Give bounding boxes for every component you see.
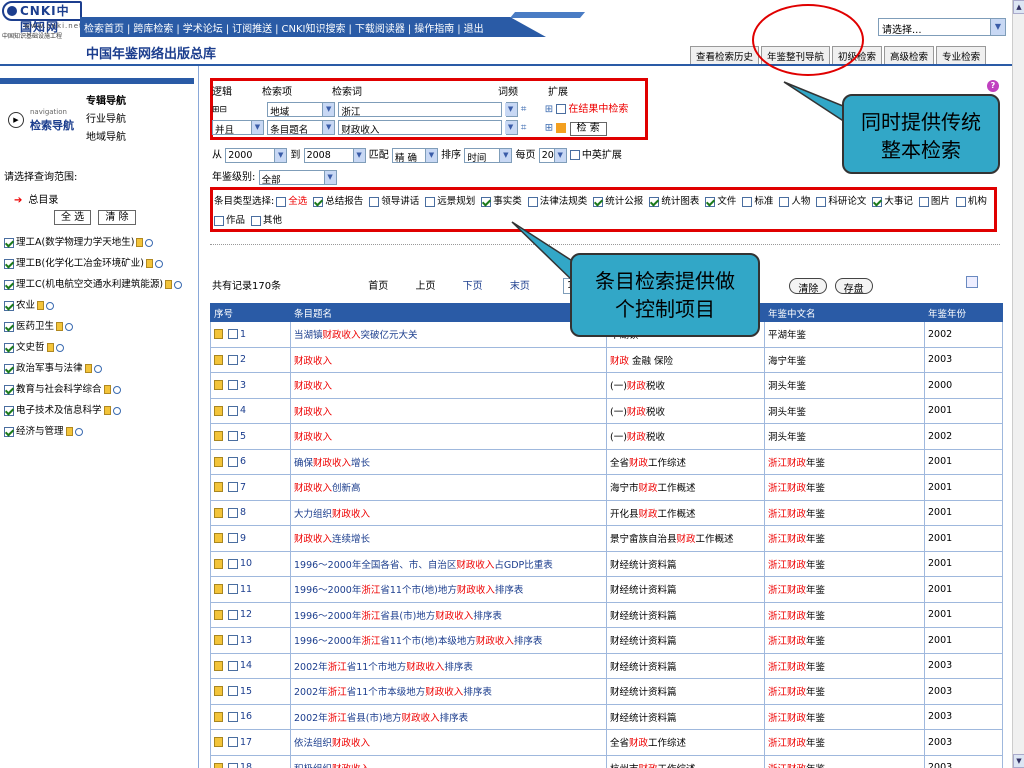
window-scrollbar[interactable]: ▲ ▼ [1012,0,1024,768]
callout-entry-search: 条目检索提供做个控制项目 [570,253,760,337]
scroll-up-icon[interactable]: ▲ [1013,0,1024,14]
callout-traditional-search: 同时提供传统整本检索 [842,94,1000,174]
callout-1-pointer [783,81,849,126]
callout-2-pointer [511,221,575,284]
scroll-down-icon[interactable]: ▼ [1013,754,1024,768]
